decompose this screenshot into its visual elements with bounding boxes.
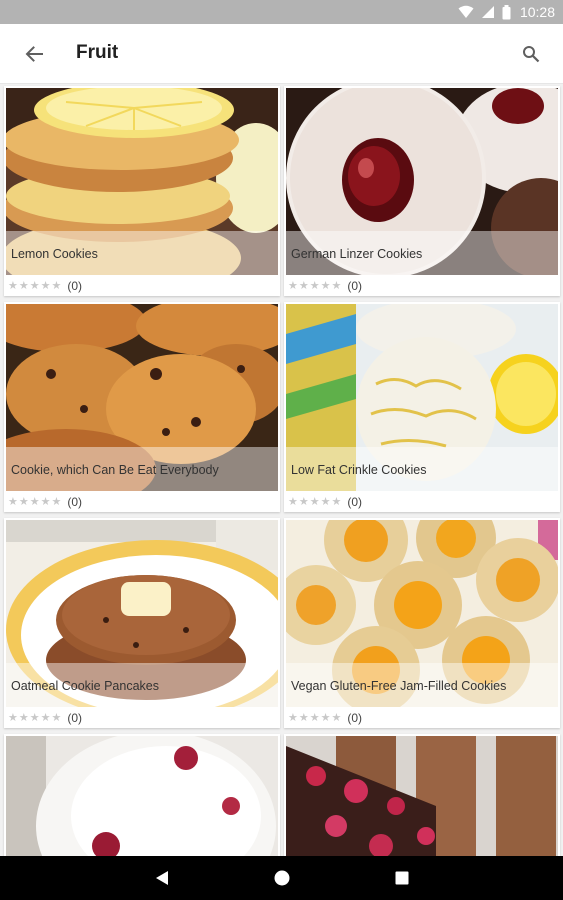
nav-recents-icon — [395, 871, 409, 885]
recipe-card[interactable]: Lemon Cookies ★ ★ ★ ★ ★ (0) — [4, 86, 280, 296]
rating-count: (0) — [347, 711, 363, 725]
star-icon: ★ — [288, 711, 298, 724]
star-icon: ★ — [40, 495, 51, 508]
navigation-bar — [0, 856, 563, 900]
recipe-name: Vegan Gluten-Free Jam-Filled Cookies — [291, 679, 507, 693]
star-icon: ★ — [18, 495, 29, 508]
recipe-card[interactable]: Oatmeal Cookie Pancakes ★ ★ ★ ★ ★ (0) — [4, 518, 280, 728]
recipe-photo: German Linzer Cookies — [286, 88, 558, 275]
rating-count: (0) — [67, 495, 83, 509]
star-icon: ★ — [29, 495, 40, 508]
recipe-name: Low Fat Crinkle Cookies — [291, 463, 427, 477]
recipe-photo: Vegan Gluten-Free Jam-Filled Cookies — [286, 520, 558, 707]
recipe-card[interactable]: Cookie, which Can Be Eat Everybody ★ ★ ★… — [4, 302, 280, 512]
recipe-photo — [6, 736, 278, 856]
rating-row: ★ ★ ★ ★ ★ (0) — [8, 279, 82, 293]
recipe-photo — [286, 736, 558, 856]
rating-row: ★ ★ ★ ★ ★ (0) — [8, 495, 82, 509]
back-button[interactable] — [20, 40, 48, 68]
recipe-photo: Low Fat Crinkle Cookies — [286, 304, 558, 491]
star-icon: ★ — [8, 279, 18, 292]
rating-count: (0) — [347, 495, 363, 509]
rating-row: ★ ★ ★ ★ ★ (0) — [288, 279, 362, 293]
star-icon: ★ — [320, 495, 331, 508]
rating-count: (0) — [67, 279, 83, 293]
star-icon: ★ — [309, 711, 320, 724]
recipe-photo: Oatmeal Cookie Pancakes — [6, 520, 278, 707]
star-icon: ★ — [320, 711, 331, 724]
star-rating: ★ ★ ★ ★ ★ — [288, 711, 342, 724]
signal-icon — [481, 5, 495, 19]
recipe-photo: Lemon Cookies — [6, 88, 278, 275]
nav-home-button[interactable] — [270, 866, 294, 890]
nav-recents-button[interactable] — [390, 866, 414, 890]
star-icon: ★ — [51, 495, 62, 508]
star-icon: ★ — [309, 279, 320, 292]
star-icon: ★ — [51, 279, 62, 292]
rating-row: ★ ★ ★ ★ ★ (0) — [288, 495, 362, 509]
star-icon: ★ — [51, 711, 62, 724]
nav-home-icon — [274, 870, 290, 886]
star-icon: ★ — [298, 495, 309, 508]
star-icon: ★ — [288, 279, 298, 292]
star-icon: ★ — [40, 711, 51, 724]
star-icon: ★ — [29, 279, 40, 292]
star-icon: ★ — [18, 279, 29, 292]
star-rating: ★ ★ ★ ★ ★ — [288, 279, 342, 292]
recipe-name: German Linzer Cookies — [291, 247, 423, 261]
status-bar: 10:28 — [0, 0, 563, 24]
star-rating: ★ ★ ★ ★ ★ — [8, 711, 62, 724]
recipe-card[interactable] — [4, 734, 280, 856]
star-rating: ★ ★ ★ ★ ★ — [8, 279, 62, 292]
recipe-name: Lemon Cookies — [11, 247, 98, 261]
status-time: 10:28 — [519, 4, 555, 20]
star-icon: ★ — [29, 711, 40, 724]
recipe-card[interactable]: Low Fat Crinkle Cookies ★ ★ ★ ★ ★ (0) — [284, 302, 560, 512]
star-icon: ★ — [331, 495, 342, 508]
battery-icon — [502, 4, 511, 20]
recipe-card[interactable]: Vegan Gluten-Free Jam-Filled Cookies ★ ★… — [284, 518, 560, 728]
star-icon: ★ — [320, 279, 331, 292]
recipe-name: Oatmeal Cookie Pancakes — [11, 679, 159, 693]
star-icon: ★ — [331, 711, 342, 724]
star-icon: ★ — [331, 279, 342, 292]
recipe-name: Cookie, which Can Be Eat Everybody — [11, 463, 219, 477]
rating-count: (0) — [347, 279, 363, 293]
star-rating: ★ ★ ★ ★ ★ — [8, 495, 62, 508]
recipe-grid: Lemon Cookies ★ ★ ★ ★ ★ (0) German Linze… — [0, 84, 563, 856]
star-icon: ★ — [288, 495, 298, 508]
recipe-card[interactable] — [284, 734, 560, 856]
nav-back-button[interactable] — [150, 866, 174, 890]
star-icon: ★ — [40, 279, 51, 292]
star-rating: ★ ★ ★ ★ ★ — [288, 495, 342, 508]
star-icon: ★ — [18, 711, 29, 724]
rating-count: (0) — [67, 711, 83, 725]
star-icon: ★ — [298, 279, 309, 292]
search-icon — [523, 46, 540, 63]
arrow-left-icon — [25, 46, 43, 62]
search-button[interactable] — [517, 40, 545, 68]
rating-row: ★ ★ ★ ★ ★ (0) — [8, 711, 82, 725]
star-icon: ★ — [298, 711, 309, 724]
wifi-icon — [458, 5, 474, 19]
star-icon: ★ — [8, 711, 18, 724]
nav-back-icon — [156, 871, 168, 885]
recipe-card[interactable]: German Linzer Cookies ★ ★ ★ ★ ★ (0) — [284, 86, 560, 296]
star-icon: ★ — [8, 495, 18, 508]
rating-row: ★ ★ ★ ★ ★ (0) — [288, 711, 362, 725]
app-bar: Fruit — [0, 24, 563, 84]
page-title: Fruit — [76, 42, 119, 63]
recipe-photo: Cookie, which Can Be Eat Everybody — [6, 304, 278, 491]
star-icon: ★ — [309, 495, 320, 508]
